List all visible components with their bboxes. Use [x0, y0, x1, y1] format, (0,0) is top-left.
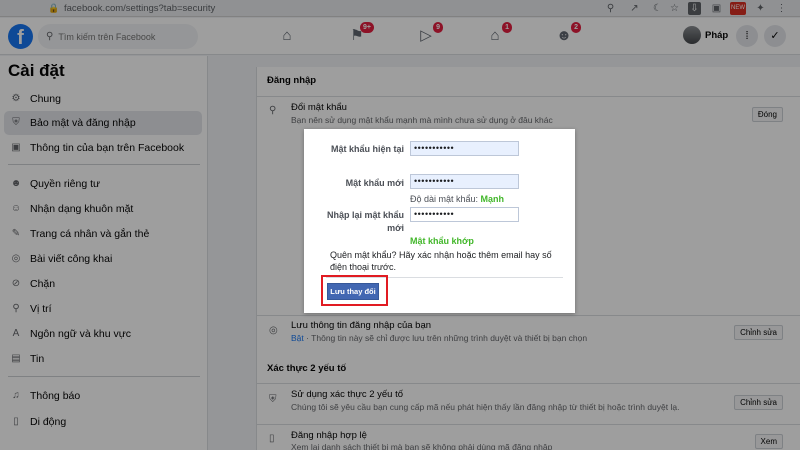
highlight-box	[321, 275, 388, 306]
strength-value: Mạnh	[480, 194, 505, 204]
current-password-label: Mật khẩu hiện tại	[330, 144, 404, 154]
confirm-password-label: Nhập lại mật khẩu mới	[326, 210, 404, 233]
strength-label: Độ dài mật khẩu:	[410, 194, 481, 204]
change-password-modal: Mật khẩu hiện tại ••••••••••• Mật khẩu m…	[304, 129, 575, 313]
current-password-field[interactable]: •••••••••••	[410, 141, 519, 156]
forgot-password-text[interactable]: Quên mật khẩu? Hãy xác nhận hoặc thêm em…	[330, 249, 560, 273]
new-password-label: Mật khẩu mới	[345, 178, 404, 188]
new-password-field[interactable]: •••••••••••	[410, 174, 519, 189]
password-strength: Độ dài mật khẩu: Mạnh	[410, 194, 504, 204]
password-match-text: Mật khẩu khớp	[410, 236, 474, 246]
confirm-password-field[interactable]: •••••••••••	[410, 207, 519, 222]
